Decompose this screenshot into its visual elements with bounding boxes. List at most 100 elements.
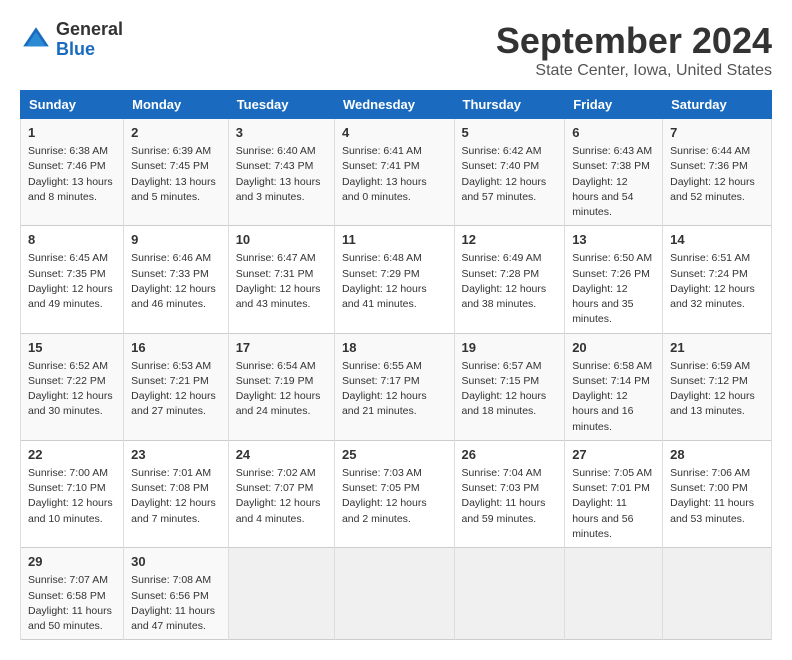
day-content: Sunrise: 6:40 AMSunset: 7:43 PMDaylight:… (236, 144, 327, 205)
day-number: 21 (670, 339, 764, 357)
day-content: Sunrise: 6:54 AMSunset: 7:19 PMDaylight:… (236, 359, 327, 420)
location-subtitle: State Center, Iowa, United States (496, 62, 772, 80)
weekday-header: Thursday (454, 91, 565, 119)
calendar-cell (228, 548, 334, 640)
calendar-cell: 23Sunrise: 7:01 AMSunset: 7:08 PMDayligh… (124, 440, 229, 547)
day-number: 17 (236, 339, 327, 357)
day-content: Sunrise: 6:49 AMSunset: 7:28 PMDaylight:… (462, 251, 558, 312)
weekday-header: Wednesday (334, 91, 454, 119)
day-content: Sunrise: 6:57 AMSunset: 7:15 PMDaylight:… (462, 359, 558, 420)
day-content: Sunrise: 6:51 AMSunset: 7:24 PMDaylight:… (670, 251, 764, 312)
day-number: 4 (342, 124, 447, 142)
day-content: Sunrise: 7:06 AMSunset: 7:00 PMDaylight:… (670, 466, 764, 527)
day-number: 14 (670, 231, 764, 249)
day-content: Sunrise: 6:39 AMSunset: 7:45 PMDaylight:… (131, 144, 221, 205)
day-number: 26 (462, 446, 558, 464)
day-number: 12 (462, 231, 558, 249)
calendar-week-row: 8 Sunrise: 6:45 AMSunset: 7:35 PMDaylight… (21, 226, 772, 333)
day-number: 1 (28, 124, 116, 142)
day-content: Sunrise: 6:58 AMSunset: 7:14 PMDaylight:… (572, 359, 655, 435)
day-number: 16 (131, 339, 221, 357)
day-number: 24 (236, 446, 327, 464)
calendar-week-row: 1 Sunrise: 6:38 AMSunset: 7:46 PMDaylight… (21, 119, 772, 226)
calendar-cell: 10 Sunrise: 6:47 AMSunset: 7:31 PMDayligh… (228, 226, 334, 333)
calendar-cell: 18 Sunrise: 6:55 AMSunset: 7:17 PMDayligh… (334, 333, 454, 440)
day-content: Sunrise: 6:38 AMSunset: 7:46 PMDaylight:… (28, 144, 116, 205)
calendar-cell: 13 Sunrise: 6:50 AMSunset: 7:26 PMDayligh… (565, 226, 663, 333)
day-content: Sunrise: 6:45 AMSunset: 7:35 PMDaylight:… (28, 251, 116, 312)
calendar-week-row: 15 Sunrise: 6:52 AMSunset: 7:22 PMDayligh… (21, 333, 772, 440)
calendar-cell: 15 Sunrise: 6:52 AMSunset: 7:22 PMDayligh… (21, 333, 124, 440)
calendar-cell: 14 Sunrise: 6:51 AMSunset: 7:24 PMDayligh… (663, 226, 772, 333)
calendar-table: SundayMondayTuesdayWednesdayThursdayFrid… (20, 90, 772, 640)
day-number: 2 (131, 124, 221, 142)
month-title: September 2024 (496, 20, 772, 62)
calendar-cell (663, 548, 772, 640)
calendar-cell: 1 Sunrise: 6:38 AMSunset: 7:46 PMDaylight… (21, 119, 124, 226)
calendar-cell: 20Sunrise: 6:58 AMSunset: 7:14 PMDayligh… (565, 333, 663, 440)
day-number: 6 (572, 124, 655, 142)
day-number: 3 (236, 124, 327, 142)
logo-icon (20, 24, 52, 56)
calendar-cell (334, 548, 454, 640)
weekday-header: Monday (124, 91, 229, 119)
calendar-cell: 11Sunrise: 6:48 AMSunset: 7:29 PMDayligh… (334, 226, 454, 333)
day-number: 25 (342, 446, 447, 464)
day-content: Sunrise: 6:52 AMSunset: 7:22 PMDaylight:… (28, 359, 116, 420)
calendar-cell: 24 Sunrise: 7:02 AMSunset: 7:07 PMDayligh… (228, 440, 334, 547)
weekday-header-row: SundayMondayTuesdayWednesdayThursdayFrid… (21, 91, 772, 119)
page-header: General Blue September 2024 State Center… (20, 20, 772, 80)
day-number: 18 (342, 339, 447, 357)
calendar-cell: 3 Sunrise: 6:40 AMSunset: 7:43 PMDaylight… (228, 119, 334, 226)
day-content: Sunrise: 6:53 AMSunset: 7:21 PMDaylight:… (131, 359, 221, 420)
logo: General Blue (20, 20, 123, 60)
calendar-cell: 8 Sunrise: 6:45 AMSunset: 7:35 PMDaylight… (21, 226, 124, 333)
calendar-cell: 2 Sunrise: 6:39 AMSunset: 7:45 PMDaylight… (124, 119, 229, 226)
calendar-cell: 22 Sunrise: 7:00 AMSunset: 7:10 PMDayligh… (21, 440, 124, 547)
day-content: Sunrise: 7:08 AMSunset: 6:56 PMDaylight:… (131, 573, 221, 634)
day-number: 29 (28, 553, 116, 571)
calendar-cell: 9 Sunrise: 6:46 AMSunset: 7:33 PMDaylight… (124, 226, 229, 333)
calendar-week-row: 29 Sunrise: 7:07 AMSunset: 6:58 PMDayligh… (21, 548, 772, 640)
day-content: Sunrise: 7:04 AMSunset: 7:03 PMDaylight:… (462, 466, 558, 527)
day-content: Sunrise: 6:55 AMSunset: 7:17 PMDaylight:… (342, 359, 447, 420)
calendar-cell: 21 Sunrise: 6:59 AMSunset: 7:12 PMDayligh… (663, 333, 772, 440)
day-content: Sunrise: 6:59 AMSunset: 7:12 PMDaylight:… (670, 359, 764, 420)
title-area: September 2024 State Center, Iowa, Unite… (496, 20, 772, 80)
day-number: 5 (462, 124, 558, 142)
day-content: Sunrise: 6:42 AMSunset: 7:40 PMDaylight:… (462, 144, 558, 205)
calendar-cell: 16 Sunrise: 6:53 AMSunset: 7:21 PMDayligh… (124, 333, 229, 440)
day-number: 13 (572, 231, 655, 249)
calendar-cell: 30Sunrise: 7:08 AMSunset: 6:56 PMDayligh… (124, 548, 229, 640)
day-number: 28 (670, 446, 764, 464)
calendar-cell: 7 Sunrise: 6:44 AMSunset: 7:36 PMDaylight… (663, 119, 772, 226)
day-content: Sunrise: 7:00 AMSunset: 7:10 PMDaylight:… (28, 466, 116, 527)
calendar-cell: 28 Sunrise: 7:06 AMSunset: 7:00 PMDayligh… (663, 440, 772, 547)
day-number: 7 (670, 124, 764, 142)
day-content: Sunrise: 7:02 AMSunset: 7:07 PMDaylight:… (236, 466, 327, 527)
calendar-cell: 25Sunrise: 7:03 AMSunset: 7:05 PMDayligh… (334, 440, 454, 547)
day-number: 15 (28, 339, 116, 357)
day-number: 19 (462, 339, 558, 357)
day-content: Sunrise: 6:47 AMSunset: 7:31 PMDaylight:… (236, 251, 327, 312)
logo-text: General Blue (56, 20, 123, 60)
calendar-cell: 26 Sunrise: 7:04 AMSunset: 7:03 PMDayligh… (454, 440, 565, 547)
day-number: 8 (28, 231, 116, 249)
calendar-cell: 6Sunrise: 6:43 AMSunset: 7:38 PMDaylight… (565, 119, 663, 226)
calendar-cell: 5 Sunrise: 6:42 AMSunset: 7:40 PMDaylight… (454, 119, 565, 226)
day-content: Sunrise: 6:46 AMSunset: 7:33 PMDaylight:… (131, 251, 221, 312)
day-number: 22 (28, 446, 116, 464)
day-content: Sunrise: 6:44 AMSunset: 7:36 PMDaylight:… (670, 144, 764, 205)
day-number: 11 (342, 231, 447, 249)
day-content: Sunrise: 7:07 AMSunset: 6:58 PMDaylight:… (28, 573, 116, 634)
weekday-header: Tuesday (228, 91, 334, 119)
calendar-cell: 19 Sunrise: 6:57 AMSunset: 7:15 PMDayligh… (454, 333, 565, 440)
weekday-header: Friday (565, 91, 663, 119)
calendar-cell: 4 Sunrise: 6:41 AMSunset: 7:41 PMDaylight… (334, 119, 454, 226)
day-number: 9 (131, 231, 221, 249)
calendar-week-row: 22 Sunrise: 7:00 AMSunset: 7:10 PMDayligh… (21, 440, 772, 547)
day-content: Sunrise: 6:50 AMSunset: 7:26 PMDaylight:… (572, 251, 655, 327)
day-content: Sunrise: 6:41 AMSunset: 7:41 PMDaylight:… (342, 144, 447, 205)
day-number: 27 (572, 446, 655, 464)
day-number: 10 (236, 231, 327, 249)
